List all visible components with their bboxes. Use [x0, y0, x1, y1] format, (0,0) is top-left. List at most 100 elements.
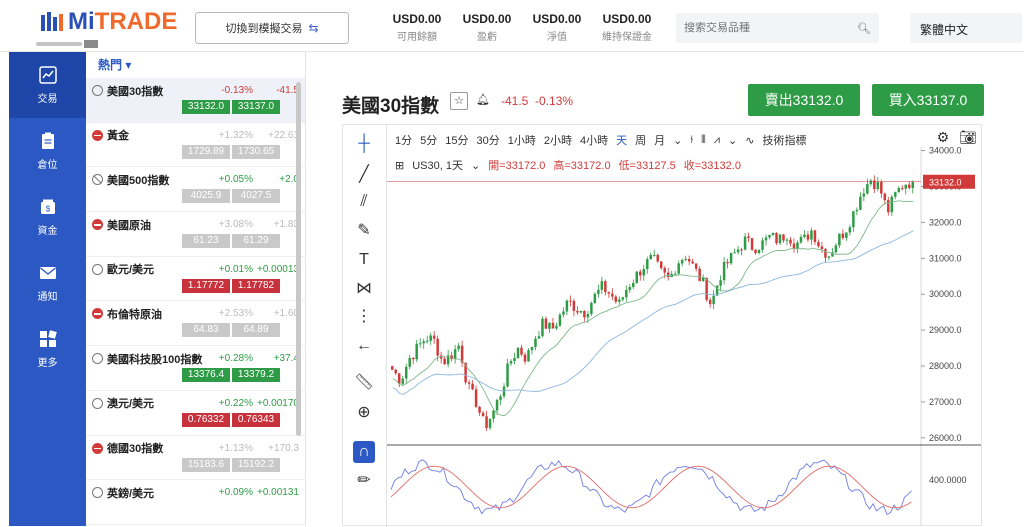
candle-body: [646, 259, 649, 270]
brush-icon[interactable]: ✎: [353, 219, 375, 241]
ruler-icon[interactable]: 📏︎: [353, 371, 375, 393]
candle-type-icon[interactable]: ⫴: [701, 134, 706, 147]
y-tick-label: 28000.0: [929, 361, 962, 371]
compare-icon[interactable]: ⫮: [690, 134, 693, 147]
list-item[interactable]: 澳元/美元 +0.22% +0.00170 0.76332 0.76343: [86, 391, 305, 436]
pattern-tool-icon[interactable]: ⋈: [353, 277, 375, 299]
price-chart[interactable]: 34000.033000.032000.031000.030000.029000…: [387, 147, 981, 525]
buy-button[interactable]: 買入33137.0: [872, 84, 984, 116]
percent-change: +0.05%: [218, 174, 253, 186]
sell-price-box[interactable]: 33132.0: [182, 100, 230, 114]
magnet-icon[interactable]: ∩: [353, 441, 375, 463]
logo[interactable]: MiTRADE: [40, 8, 177, 36]
buy-price-box[interactable]: 64.89: [232, 323, 280, 338]
instrument-name: 歐元/美元: [107, 264, 155, 277]
sell-price-box[interactable]: 61.23: [182, 234, 230, 249]
text-tool-icon[interactable]: T: [353, 249, 375, 271]
list-item[interactable]: 美國原油 +3.08% +1.83 61.23 61.29: [86, 212, 305, 257]
sell-price-box[interactable]: 1729.89: [182, 144, 230, 159]
buy-price-box[interactable]: 4027.5: [232, 189, 280, 204]
list-item[interactable]: 美國500指數 +0.05% +2.0 4025.9 4027.5: [86, 167, 305, 213]
sell-price-box[interactable]: 15183.6: [182, 457, 230, 472]
lock-draw-icon[interactable]: ✏: [353, 469, 375, 491]
language-select[interactable]: 繁體中文: [910, 13, 1022, 43]
search-input[interactable]: [684, 22, 858, 34]
interval-button[interactable]: 15分: [445, 132, 468, 148]
interval-button[interactable]: 30分: [477, 132, 500, 148]
chevron-down-icon[interactable]: ⌄: [728, 134, 737, 147]
sell-button[interactable]: 賣出33132.0: [748, 84, 860, 116]
candle-body: [719, 280, 722, 286]
crosshair-icon[interactable]: ┼: [353, 133, 375, 155]
trendline-icon[interactable]: ╱: [353, 163, 375, 185]
percent-change: +3.08%: [218, 219, 253, 231]
list-item[interactable]: 黃金 +1.32% +22.61 1729.89 1730.65: [86, 123, 305, 168]
sidebar: 交易 倉位 $ 資金 通知 更多: [9, 52, 86, 526]
sell-price-box[interactable]: 0.76332: [182, 412, 230, 427]
forecast-tool-icon[interactable]: ⋮: [353, 305, 375, 327]
buy-price-box[interactable]: 33137.0: [232, 100, 280, 114]
switch-demo-button[interactable]: 切換到模擬交易 ⇆: [195, 12, 349, 44]
sidebar-item-more[interactable]: 更多: [9, 316, 86, 382]
oscillator-tick-label: 400.0000: [929, 475, 967, 485]
candle-body: [509, 361, 513, 364]
fib-tool-icon[interactable]: ⫽: [353, 191, 375, 213]
interval-button[interactable]: 月: [654, 132, 665, 148]
interval-button[interactable]: 1小時: [508, 132, 536, 148]
camera-icon[interactable]: 📷︎: [959, 129, 977, 146]
settings-gear-icon[interactable]: ⚙: [937, 129, 950, 146]
sell-price-box[interactable]: 13376.4: [182, 368, 230, 383]
candle-body: [600, 281, 604, 290]
candle-body: [418, 343, 422, 345]
candle-body: [604, 281, 607, 293]
interval-button[interactable]: 5分: [420, 132, 437, 148]
buy-price-box[interactable]: 0.76343: [232, 412, 280, 427]
grid-icon: [39, 329, 57, 347]
point-change: +1.60: [273, 308, 299, 320]
buy-price-box[interactable]: 61.29: [232, 234, 280, 249]
sidebar-item-notifications[interactable]: 通知: [9, 250, 86, 316]
candle-body: [761, 240, 764, 250]
y-tick-label: 29000.0: [929, 325, 962, 335]
interval-button[interactable]: 2小時: [544, 132, 572, 148]
back-arrow-icon[interactable]: ←: [353, 335, 375, 357]
interval-button[interactable]: 周: [635, 132, 646, 148]
list-category-dropdown[interactable]: 熱門 ▾: [86, 52, 305, 78]
sell-price-box[interactable]: 4025.9: [182, 189, 230, 204]
percent-change: +2.53%: [218, 308, 253, 320]
candle-body: [548, 322, 551, 329]
zoom-in-icon[interactable]: ⊕: [353, 401, 375, 423]
list-item[interactable]: 美國30指數 -0.13% -41.5 33132.0 33137.0: [86, 78, 305, 123]
interval-button[interactable]: 天: [616, 132, 627, 148]
list-item[interactable]: 英鎊/美元 +0.09% +0.00131: [86, 480, 305, 525]
list-item[interactable]: 美國科技股100指數 +0.28% +37.4 13376.4 13379.2: [86, 346, 305, 391]
instrument-list: 熱門 ▾ 美國30指數 -0.13% -41.5 33132.0 33137.0 黃金 +1…: [86, 52, 306, 526]
interval-button[interactable]: 4小時: [580, 132, 608, 148]
star-icon[interactable]: ☆: [450, 92, 468, 110]
list-item[interactable]: 布倫特原油 +2.53% +1.60 64.83 64.89: [86, 301, 305, 347]
sidebar-item-funds[interactable]: $ 資金: [9, 184, 86, 250]
buy-price-box[interactable]: 1.17782: [232, 278, 280, 293]
last-price-label: 33132.0: [929, 177, 962, 187]
area-type-icon[interactable]: ⩘: [714, 134, 720, 147]
sidebar-item-positions[interactable]: 倉位: [9, 118, 86, 184]
chevron-down-icon[interactable]: ⌄: [673, 134, 682, 147]
list-item[interactable]: 歐元/美元 +0.01% +0.00013 1.17772 1.17782: [86, 257, 305, 302]
list-item[interactable]: 德國30指數 +1.13% +170.3 15183.6 15192.2: [86, 436, 305, 481]
candle-body: [894, 192, 897, 197]
indicator-icon[interactable]: ∿: [745, 134, 754, 147]
sell-price-box[interactable]: 1.17772: [182, 278, 230, 293]
bell-icon[interactable]: 🔔︎: [474, 92, 492, 110]
sell-price-box[interactable]: 64.83: [182, 323, 230, 338]
buy-price-box[interactable]: 13379.2: [232, 368, 280, 383]
search-icon[interactable]: 🔍︎: [857, 22, 871, 35]
y-tick-label: 31000.0: [929, 253, 962, 263]
candle-body: [415, 343, 418, 360]
interval-button[interactable]: 1分: [395, 132, 412, 148]
list-scrollbar[interactable]: [296, 82, 301, 436]
sidebar-item-trade[interactable]: 交易: [9, 52, 86, 118]
buy-price-box[interactable]: 15192.2: [232, 457, 280, 472]
search-box[interactable]: 🔍︎: [676, 13, 879, 43]
buy-price-box[interactable]: 1730.65: [232, 144, 280, 159]
indicators-button[interactable]: 技術指標: [762, 132, 806, 148]
